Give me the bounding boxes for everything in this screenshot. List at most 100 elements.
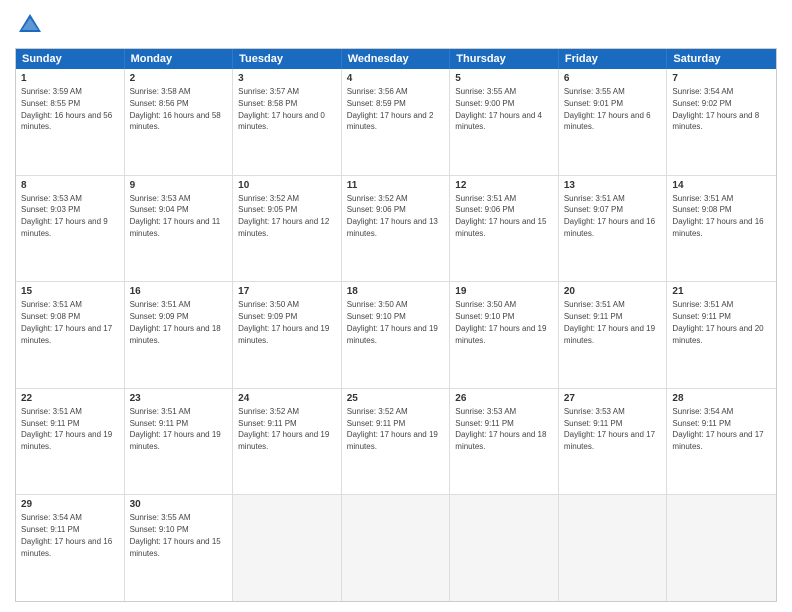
day-info: Sunrise: 3:52 AMSunset: 9:11 PMDaylight:… [238,407,329,451]
day-info: Sunrise: 3:54 AMSunset: 9:11 PMDaylight:… [21,513,112,557]
header-day-wednesday: Wednesday [342,49,451,69]
calendar-day-3: 3Sunrise: 3:57 AMSunset: 8:58 PMDaylight… [233,69,342,175]
day-info: Sunrise: 3:51 AMSunset: 9:11 PMDaylight:… [564,300,655,344]
calendar-week-2: 8 Sunrise: 3:53 AMSunset: 9:03 PMDaylight… [16,176,776,283]
day-number: 9 [130,179,228,192]
calendar-day-1: 1 Sunrise: 3:59 AMSunset: 8:55 PMDaylight… [16,69,125,175]
calendar: SundayMondayTuesdayWednesdayThursdayFrid… [15,48,777,602]
day-info: Sunrise: 3:52 AMSunset: 9:11 PMDaylight:… [347,407,438,451]
header-day-tuesday: Tuesday [233,49,342,69]
day-info: Sunrise: 3:55 AMSunset: 9:00 PMDaylight:… [455,87,542,131]
day-number: 28 [672,392,771,405]
calendar-day-10: 10 Sunrise: 3:52 AMSunset: 9:05 PMDayligh… [233,176,342,282]
calendar-day-26: 26 Sunrise: 3:53 AMSunset: 9:11 PMDayligh… [450,389,559,495]
day-info: Sunrise: 3:55 AMSunset: 9:10 PMDaylight:… [130,513,221,557]
day-info: Sunrise: 3:53 AMSunset: 9:11 PMDaylight:… [455,407,546,451]
calendar-day-9: 9Sunrise: 3:53 AMSunset: 9:04 PMDaylight… [125,176,234,282]
day-info: Sunrise: 3:53 AMSunset: 9:11 PMDaylight:… [564,407,655,451]
calendar-header: SundayMondayTuesdayWednesdayThursdayFrid… [16,49,776,69]
day-number: 2 [130,72,228,85]
calendar-day-29: 29 Sunrise: 3:54 AMSunset: 9:11 PMDayligh… [16,495,125,601]
calendar-week-3: 15Sunrise: 3:51 AMSunset: 9:08 PMDayligh… [16,282,776,389]
day-number: 26 [455,392,553,405]
day-number: 16 [130,285,228,298]
day-number: 17 [238,285,336,298]
calendar-day-empty [667,495,776,601]
header-day-friday: Friday [559,49,668,69]
day-number: 29 [21,498,119,511]
day-number: 1 [21,72,119,85]
calendar-day-23: 23 Sunrise: 3:51 AMSunset: 9:11 PMDayligh… [125,389,234,495]
logo-icon [15,10,45,40]
calendar-day-25: 25 Sunrise: 3:52 AMSunset: 9:11 PMDayligh… [342,389,451,495]
calendar-day-5: 5Sunrise: 3:55 AMSunset: 9:00 PMDaylight… [450,69,559,175]
day-number: 18 [347,285,445,298]
day-info: Sunrise: 3:52 AMSunset: 9:05 PMDaylight:… [238,194,329,238]
calendar-day-6: 6Sunrise: 3:55 AMSunset: 9:01 PMDaylight… [559,69,668,175]
day-number: 15 [21,285,119,298]
day-number: 30 [130,498,228,511]
day-number: 21 [672,285,771,298]
calendar-day-21: 21Sunrise: 3:51 AMSunset: 9:11 PMDayligh… [667,282,776,388]
day-info: Sunrise: 3:54 AMSunset: 9:02 PMDaylight:… [672,87,759,131]
day-info: Sunrise: 3:59 AMSunset: 8:55 PMDaylight:… [21,87,112,131]
day-number: 4 [347,72,445,85]
day-number: 20 [564,285,662,298]
calendar-day-2: 2 Sunrise: 3:58 AMSunset: 8:56 PMDaylight… [125,69,234,175]
day-info: Sunrise: 3:51 AMSunset: 9:09 PMDaylight:… [130,300,221,344]
day-number: 10 [238,179,336,192]
logo [15,10,49,40]
day-info: Sunrise: 3:51 AMSunset: 9:11 PMDaylight:… [21,407,112,451]
calendar-day-24: 24Sunrise: 3:52 AMSunset: 9:11 PMDayligh… [233,389,342,495]
calendar-day-28: 28 Sunrise: 3:54 AMSunset: 9:11 PMDayligh… [667,389,776,495]
calendar-day-13: 13Sunrise: 3:51 AMSunset: 9:07 PMDayligh… [559,176,668,282]
calendar-day-22: 22 Sunrise: 3:51 AMSunset: 9:11 PMDayligh… [16,389,125,495]
header-day-thursday: Thursday [450,49,559,69]
calendar-day-8: 8 Sunrise: 3:53 AMSunset: 9:03 PMDaylight… [16,176,125,282]
day-info: Sunrise: 3:53 AMSunset: 9:03 PMDaylight:… [21,194,108,238]
header-day-monday: Monday [125,49,234,69]
day-info: Sunrise: 3:58 AMSunset: 8:56 PMDaylight:… [130,87,221,131]
calendar-day-4: 4 Sunrise: 3:56 AMSunset: 8:59 PMDaylight… [342,69,451,175]
calendar-day-30: 30 Sunrise: 3:55 AMSunset: 9:10 PMDayligh… [125,495,234,601]
calendar-day-18: 18Sunrise: 3:50 AMSunset: 9:10 PMDayligh… [342,282,451,388]
calendar-day-11: 11 Sunrise: 3:52 AMSunset: 9:06 PMDayligh… [342,176,451,282]
day-info: Sunrise: 3:50 AMSunset: 9:10 PMDaylight:… [455,300,546,344]
calendar-week-4: 22 Sunrise: 3:51 AMSunset: 9:11 PMDayligh… [16,389,776,496]
header-day-sunday: Sunday [16,49,125,69]
day-number: 7 [672,72,771,85]
calendar-day-14: 14 Sunrise: 3:51 AMSunset: 9:08 PMDayligh… [667,176,776,282]
calendar-day-27: 27 Sunrise: 3:53 AMSunset: 9:11 PMDayligh… [559,389,668,495]
calendar-day-15: 15Sunrise: 3:51 AMSunset: 9:08 PMDayligh… [16,282,125,388]
calendar-day-empty [342,495,451,601]
day-number: 25 [347,392,445,405]
day-number: 3 [238,72,336,85]
day-number: 27 [564,392,662,405]
day-number: 14 [672,179,771,192]
calendar-day-empty [450,495,559,601]
calendar-day-empty [559,495,668,601]
day-number: 11 [347,179,445,192]
calendar-day-17: 17 Sunrise: 3:50 AMSunset: 9:09 PMDayligh… [233,282,342,388]
day-info: Sunrise: 3:51 AMSunset: 9:11 PMDaylight:… [130,407,221,451]
calendar-day-12: 12Sunrise: 3:51 AMSunset: 9:06 PMDayligh… [450,176,559,282]
calendar-body: 1 Sunrise: 3:59 AMSunset: 8:55 PMDaylight… [16,69,776,601]
day-info: Sunrise: 3:51 AMSunset: 9:06 PMDaylight:… [455,194,546,238]
calendar-week-1: 1 Sunrise: 3:59 AMSunset: 8:55 PMDaylight… [16,69,776,176]
day-number: 6 [564,72,662,85]
day-number: 19 [455,285,553,298]
day-info: Sunrise: 3:51 AMSunset: 9:07 PMDaylight:… [564,194,655,238]
day-info: Sunrise: 3:54 AMSunset: 9:11 PMDaylight:… [672,407,763,451]
day-info: Sunrise: 3:52 AMSunset: 9:06 PMDaylight:… [347,194,438,238]
calendar-day-19: 19 Sunrise: 3:50 AMSunset: 9:10 PMDayligh… [450,282,559,388]
calendar-week-5: 29 Sunrise: 3:54 AMSunset: 9:11 PMDayligh… [16,495,776,601]
calendar-day-7: 7 Sunrise: 3:54 AMSunset: 9:02 PMDaylight… [667,69,776,175]
day-info: Sunrise: 3:51 AMSunset: 9:08 PMDaylight:… [672,194,763,238]
calendar-day-20: 20 Sunrise: 3:51 AMSunset: 9:11 PMDayligh… [559,282,668,388]
day-info: Sunrise: 3:50 AMSunset: 9:09 PMDaylight:… [238,300,329,344]
day-number: 22 [21,392,119,405]
day-number: 8 [21,179,119,192]
day-number: 23 [130,392,228,405]
day-info: Sunrise: 3:56 AMSunset: 8:59 PMDaylight:… [347,87,434,131]
page: SundayMondayTuesdayWednesdayThursdayFrid… [0,0,792,612]
